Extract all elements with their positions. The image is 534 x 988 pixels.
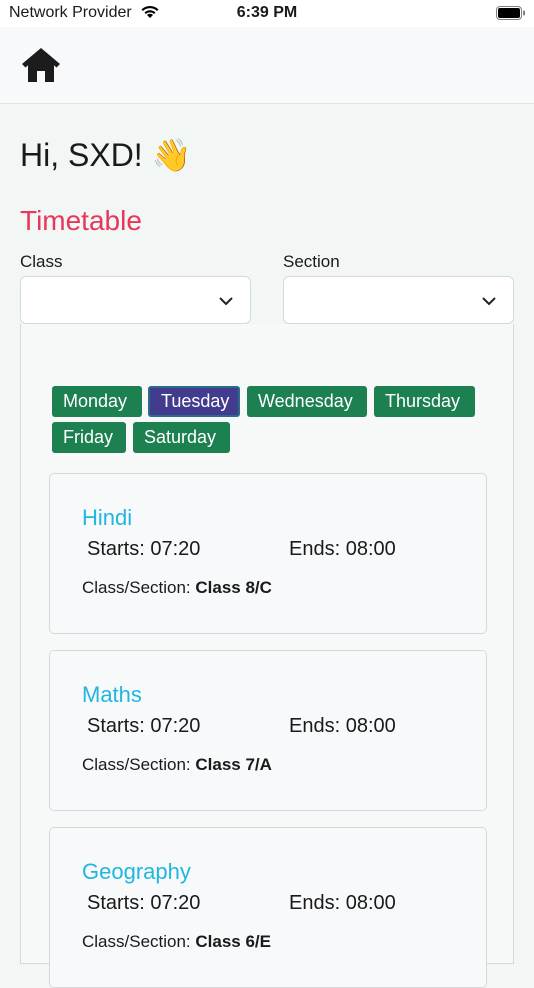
start-time: Starts: 07:20 [87,715,201,737]
day-tab-monday[interactable]: Monday [52,386,142,417]
timetable-card[interactable]: Geography Starts: 07:20 Ends: 08:00 Clas… [49,827,487,988]
subject-name: Geography [82,859,191,884]
home-icon[interactable] [20,45,62,85]
battery-icon [496,6,526,20]
class-section-value: Class 6/E [195,932,271,951]
class-section-value: Class 8/C [195,578,272,597]
class-section-label: Class/Section: [82,932,196,951]
start-time: Starts: 07:20 [87,538,201,560]
chevron-down-icon [481,293,497,314]
class-select[interactable] [20,276,251,324]
class-section-label: Class/Section: [82,578,196,597]
clock-time: 6:39 PM [236,4,298,21]
class-section-info: Class/Section: Class 6/E [82,932,271,952]
class-label: Class [20,252,63,271]
section-select[interactable] [283,276,514,324]
day-tab-wednesday[interactable]: Wednesday [247,386,367,417]
timetable-panel: Monday Tuesday Wednesday Thursday Friday… [20,324,514,988]
status-bar: Network Provider 6:39 PM [0,0,534,27]
chevron-down-icon [218,293,234,314]
section-label: Section [283,252,340,271]
subject-name: Maths [82,682,142,707]
day-tab-saturday[interactable]: Saturday [133,422,230,453]
class-section-value: Class 7/A [195,755,272,774]
day-tab-friday[interactable]: Friday [52,422,126,453]
top-navigation-bar [0,27,534,104]
class-section-info: Class/Section: Class 8/C [82,578,272,598]
timetable-card[interactable]: Hindi Starts: 07:20 Ends: 08:00 Class/Se… [49,473,487,634]
class-section-label: Class/Section: [82,755,196,774]
end-time: Ends: 08:00 [289,538,396,560]
end-time: Ends: 08:00 [289,892,396,914]
subject-name: Hindi [82,505,133,530]
greeting-heading: Hi, SXD! 👋 [20,137,192,173]
start-time: Starts: 07:20 [87,892,201,914]
timetable-card[interactable]: Maths Starts: 07:20 Ends: 08:00 Class/Se… [49,650,487,811]
day-tab-tuesday[interactable]: Tuesday [148,386,240,417]
end-time: Ends: 08:00 [289,715,396,737]
class-section-info: Class/Section: Class 7/A [82,755,272,775]
timetable-title: Timetable [20,205,142,236]
day-tab-thursday[interactable]: Thursday [374,386,475,417]
